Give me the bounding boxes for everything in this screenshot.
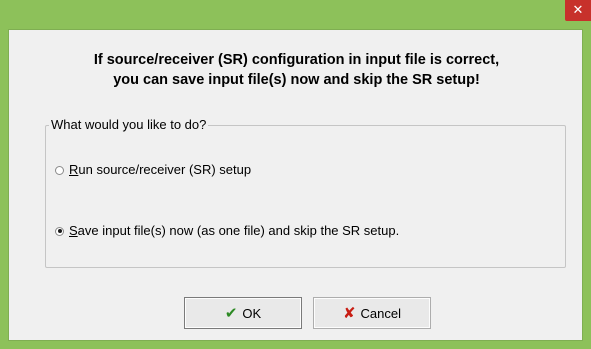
ok-button-label: OK xyxy=(242,305,262,321)
message-text: If source/receiver (SR) configuration in… xyxy=(9,50,584,90)
title-bar[interactable]: ✕ xyxy=(0,0,591,29)
radio-label-save: Save input file(s) now (as one file) and… xyxy=(69,223,400,238)
accelerator-key: S xyxy=(69,223,78,238)
cancel-button[interactable]: ✘ Cancel xyxy=(313,297,431,329)
x-icon: ✘ xyxy=(342,303,356,322)
close-icon: ✕ xyxy=(572,3,584,18)
groupbox-legend: What would you like to do? xyxy=(49,117,209,133)
radio-button-save[interactable] xyxy=(55,226,64,236)
dialog-window: ✕ If source/receiver (SR) configuration … xyxy=(0,0,591,349)
dialog-body: If source/receiver (SR) configuration in… xyxy=(8,29,583,341)
radio-label-run: Run source/receiver (SR) setup xyxy=(69,162,252,177)
message-line-1: If source/receiver (SR) configuration in… xyxy=(93,52,500,68)
cancel-button-label: Cancel xyxy=(360,305,402,321)
radio-button-run[interactable] xyxy=(55,165,64,175)
close-button[interactable]: ✕ xyxy=(565,0,591,21)
accelerator-key: R xyxy=(69,162,79,177)
ok-button[interactable]: ✔ OK xyxy=(184,297,302,329)
options-groupbox: What would you like to do? Run source/re… xyxy=(45,117,566,268)
check-icon: ✔ xyxy=(224,303,238,322)
radio-run-sr-setup[interactable]: Run source/receiver (SR) setup xyxy=(55,162,251,178)
message-line-2: you can save input file(s) now and skip … xyxy=(113,72,480,88)
radio-save-input-files[interactable]: Save input file(s) now (as one file) and… xyxy=(55,223,399,239)
